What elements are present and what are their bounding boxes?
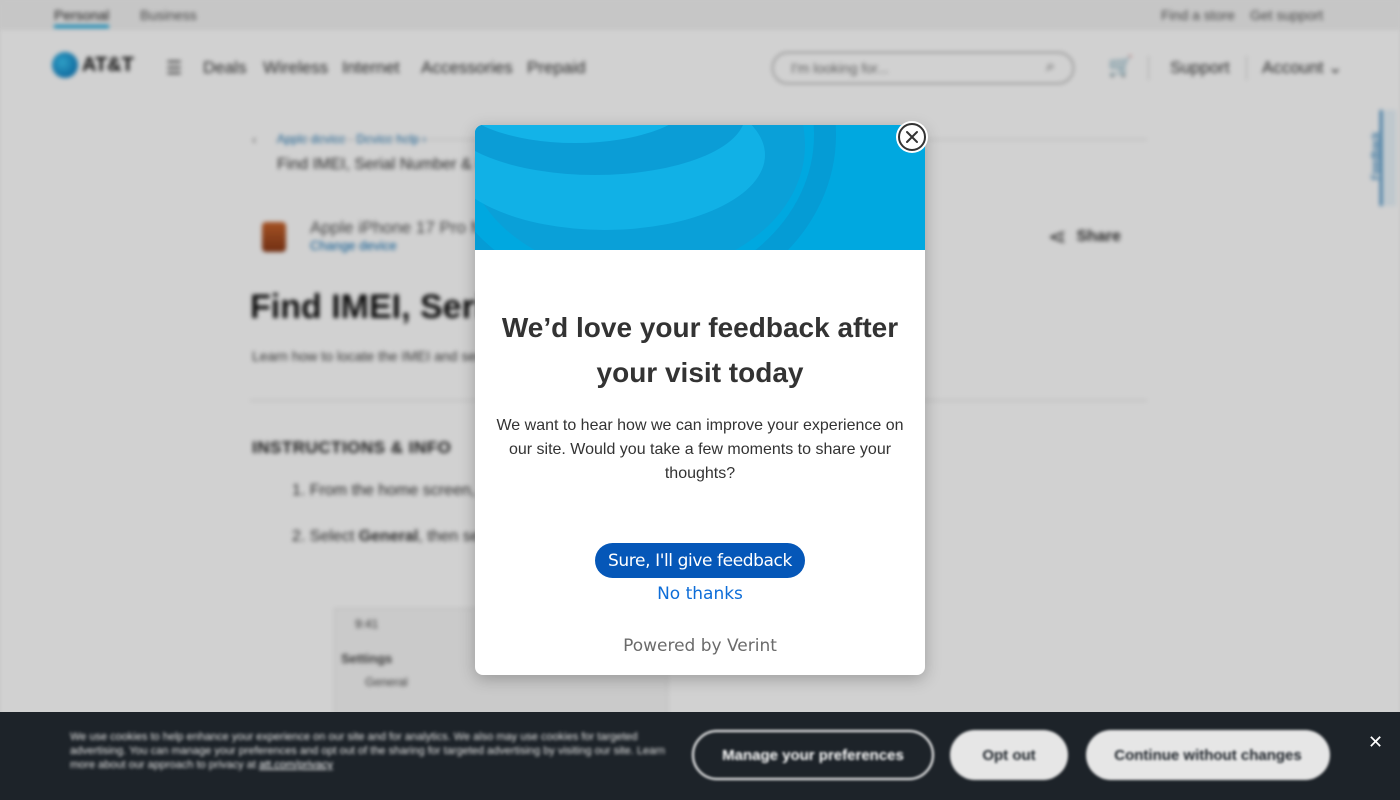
manage-preferences-button[interactable]: Manage your preferences	[692, 730, 934, 780]
cookie-text: We use cookies to help enhance your expe…	[70, 730, 670, 772]
cookie-body: We use cookies to help enhance your expe…	[70, 731, 665, 771]
feedback-modal: We’d love your feedback after your visit…	[475, 125, 925, 675]
no-thanks-link[interactable]: No thanks	[475, 584, 925, 604]
give-feedback-button[interactable]: Sure, I'll give feedback	[595, 543, 805, 578]
cookie-banner: We use cookies to help enhance your expe…	[0, 712, 1400, 800]
modal-hero-image	[475, 125, 925, 250]
modal-title: We’d love your feedback after your visit…	[501, 312, 899, 388]
modal-body-text: We want to hear how we can improve your …	[496, 417, 904, 482]
opt-out-button[interactable]: Opt out	[950, 730, 1068, 780]
modal-close-button[interactable]	[898, 123, 926, 151]
continue-without-changes-button[interactable]: Continue without changes	[1086, 730, 1330, 780]
privacy-link[interactable]: att.com/privacy	[259, 759, 333, 771]
globe-stripes-graphic	[475, 125, 925, 250]
close-icon[interactable]: ✕	[1368, 732, 1383, 753]
close-icon	[906, 131, 918, 143]
powered-by-label: Powered by Verint	[623, 636, 777, 656]
